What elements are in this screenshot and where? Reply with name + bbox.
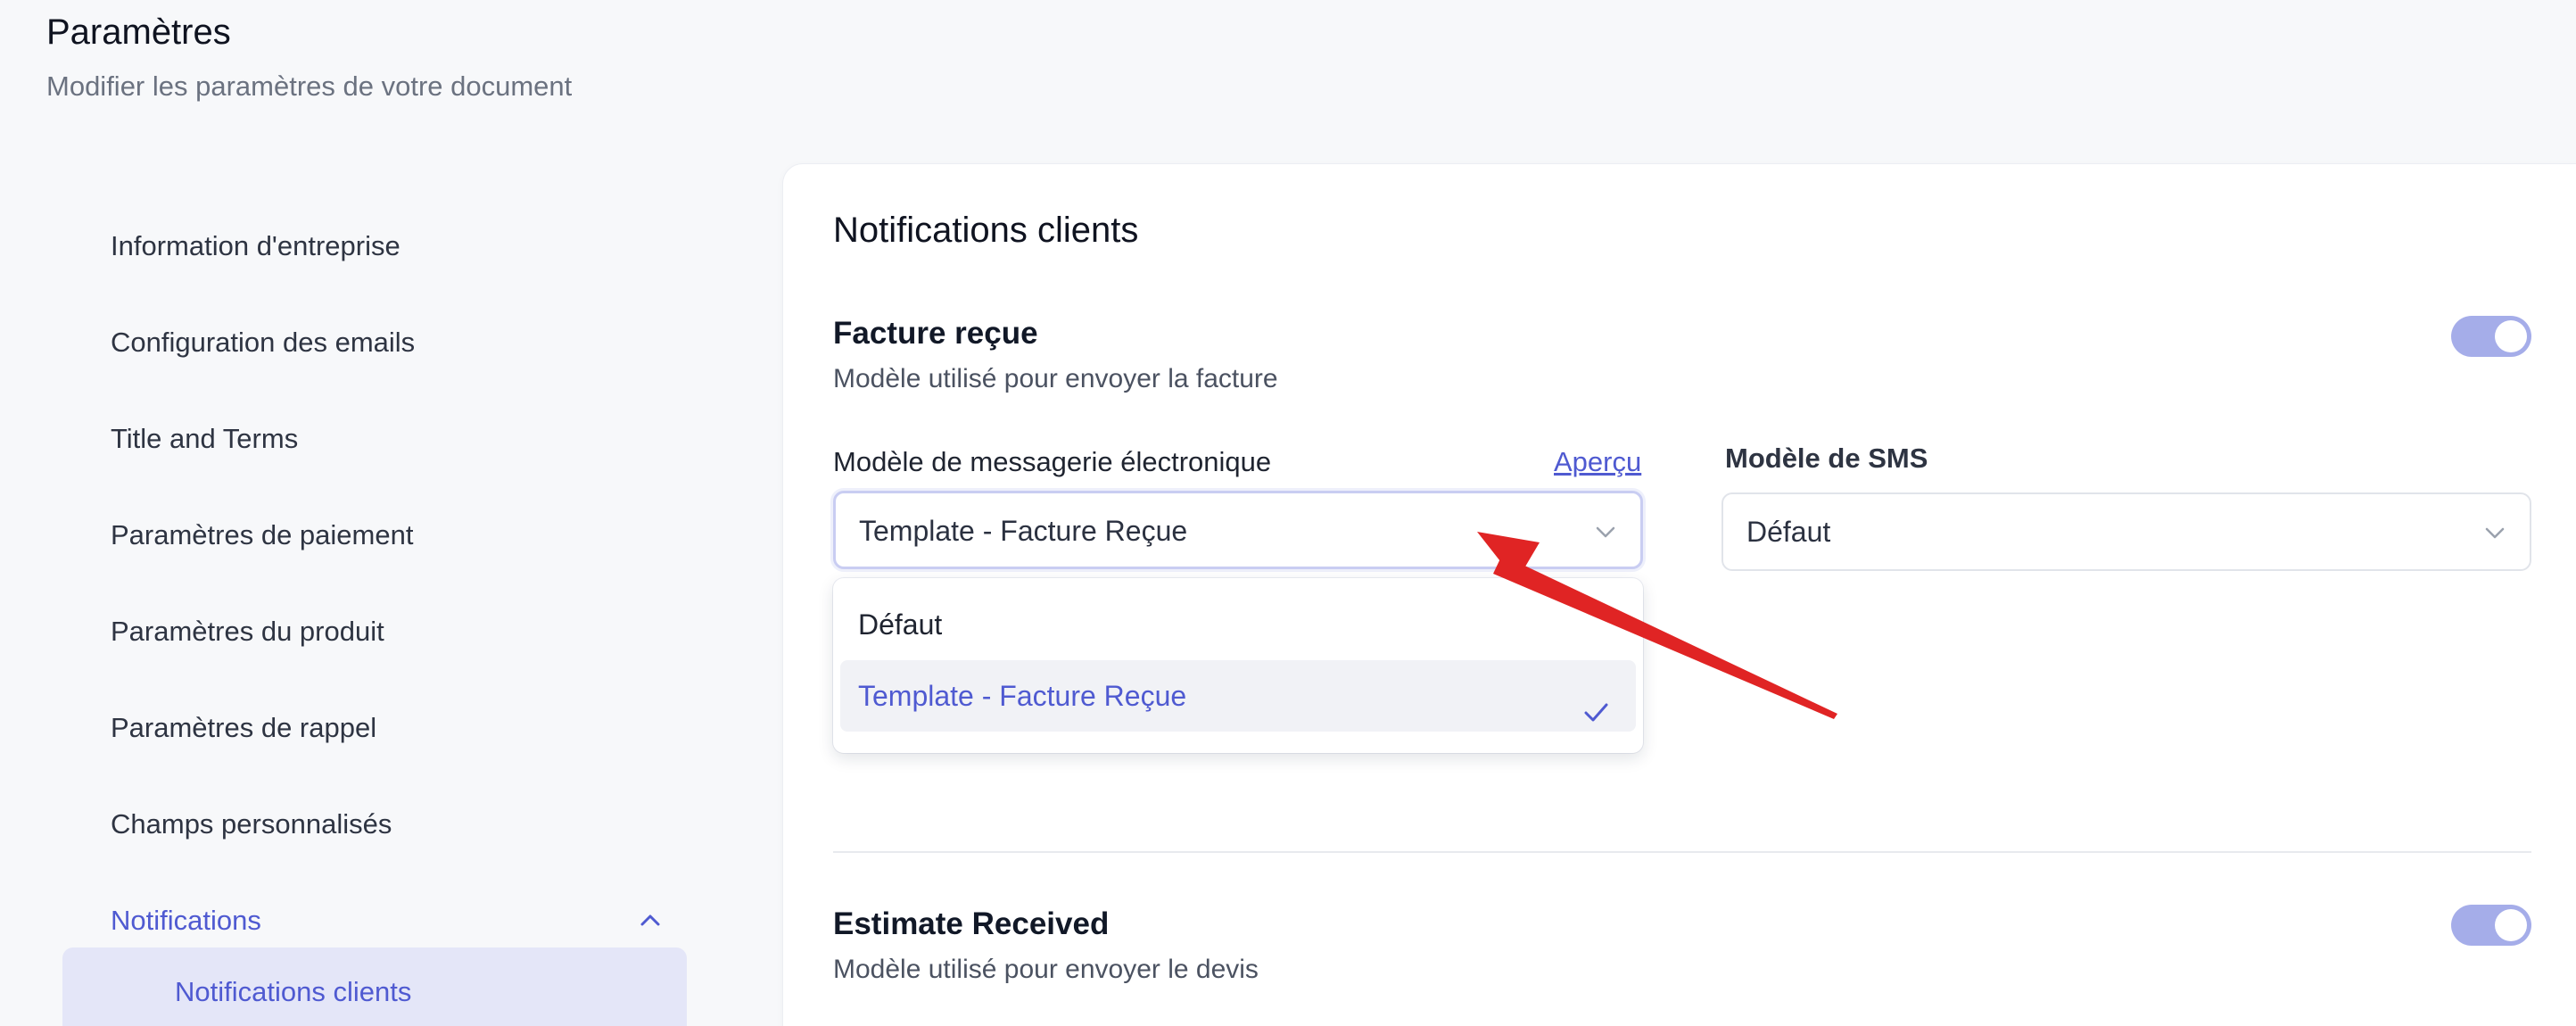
check-icon [1581,682,1611,722]
chevron-up-icon[interactable] [635,894,665,947]
sidebar-item-company-info[interactable]: Information d'entreprise [111,219,400,273]
chevron-down-icon [2481,519,2508,546]
sms-template-value: Défaut [1746,516,1831,548]
sidebar-item-payment-settings[interactable]: Paramètres de paiement [111,509,413,562]
preview-link[interactable]: Aperçu [1554,446,1641,478]
estimate-received-title: Estimate Received [833,906,1110,941]
notifications-card: Notifications clients Facture reçue Modè… [783,164,2576,1026]
section-divider [833,851,2531,853]
dropdown-option-invoice-template[interactable]: Template - Facture Reçue [840,660,1636,732]
dropdown-option-default[interactable]: Défaut [840,589,1636,660]
sidebar-item-notifications[interactable]: Notifications [111,894,261,947]
card-title: Notifications clients [833,211,1139,250]
sms-template-label: Modèle de SMS [1725,443,1928,474]
sidebar-item-title-terms[interactable]: Title and Terms [111,412,298,466]
email-template-value: Template - Facture Reçue [859,515,1188,547]
sidebar-item-reminder-settings[interactable]: Paramètres de rappel [111,701,376,755]
invoice-received-toggle[interactable] [2451,316,2531,357]
option-label: Défaut [858,608,943,641]
estimate-received-toggle[interactable] [2451,905,2531,946]
estimate-received-description: Modèle utilisé pour envoyer le devis [833,955,1259,984]
option-label: Template - Facture Reçue [858,680,1187,712]
sidebar-item-custom-fields[interactable]: Champs personnalisés [111,798,392,851]
email-template-select[interactable]: Template - Facture Reçue [833,491,1643,569]
sidebar-item-email-config[interactable]: Configuration des emails [111,316,415,369]
sms-template-select[interactable]: Défaut [1721,492,2531,571]
page-header: Paramètres Modifier les paramètres de vo… [46,11,572,103]
email-template-label: Modèle de messagerie électronique [833,446,1272,477]
sidebar-subitem-customer-notifications[interactable]: Notifications clients [62,947,687,1026]
sidebar-subitem-label: Notifications clients [175,976,412,1007]
invoice-received-title: Facture reçue [833,316,1038,351]
sidebar-item-product-settings[interactable]: Paramètres du produit [111,605,384,658]
invoice-received-description: Modèle utilisé pour envoyer la facture [833,364,1278,393]
email-template-dropdown: Défaut Template - Facture Reçue [833,578,1643,753]
page-subtitle: Modifier les paramètres de votre documen… [46,70,573,102]
page-title: Paramètres [46,12,231,52]
settings-page: Paramètres Modifier les paramètres de vo… [0,0,2576,1026]
chevron-down-icon [1592,518,1619,545]
